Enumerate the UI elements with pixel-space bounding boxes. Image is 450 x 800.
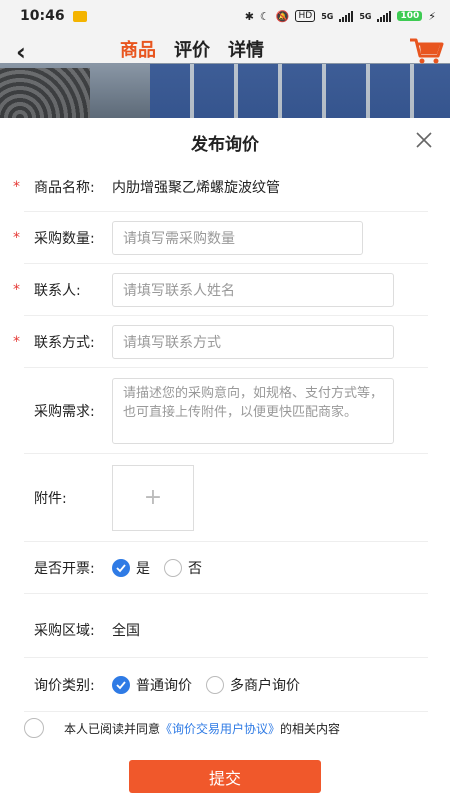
quantity-input[interactable]: 请填写需采购数量 bbox=[112, 220, 363, 255]
top-nav: ‹ 商品 评价 详情 bbox=[0, 32, 450, 68]
signal-icon-2 bbox=[377, 10, 392, 22]
attachment-label: 附件: bbox=[34, 490, 67, 507]
agreement-suffix: 的相关内容 bbox=[280, 721, 341, 736]
sheet-title: 发布询价 bbox=[191, 135, 259, 155]
agreement-row: 本人已阅读并同意 《询价交易用户协议》 的相关内容 bbox=[24, 718, 428, 738]
submit-button[interactable]: 提交 bbox=[129, 760, 321, 793]
agreement-link[interactable]: 《询价交易用户协议》 bbox=[160, 720, 280, 737]
network-label-1: 5G bbox=[321, 11, 334, 21]
contact-method-label: 联系方式: bbox=[34, 334, 95, 351]
close-icon[interactable] bbox=[416, 132, 432, 148]
tab-product[interactable]: 商品 bbox=[120, 36, 156, 62]
bluetooth-icon: ✱ bbox=[244, 9, 254, 23]
product-image-pipes bbox=[0, 68, 90, 118]
product-header: ‹ 商品 评价 详情 bbox=[0, 32, 450, 118]
row-contact: * 联系人: 请填写联系人姓名 bbox=[13, 264, 428, 316]
check-icon bbox=[112, 558, 130, 577]
invoice-no-radio[interactable]: 否 bbox=[164, 558, 202, 578]
inquiry-normal-label: 普通询价 bbox=[136, 677, 192, 694]
required-mark: * bbox=[13, 229, 20, 246]
agreement-checkbox[interactable] bbox=[24, 718, 44, 738]
tab-reviews[interactable]: 评价 bbox=[174, 36, 210, 62]
row-attachment: 附件: + bbox=[24, 454, 428, 542]
row-quantity: * 采购数量: 请填写需采购数量 bbox=[13, 212, 428, 264]
invoice-yes-label: 是 bbox=[136, 560, 150, 577]
cart-icon[interactable] bbox=[408, 36, 444, 66]
inquiry-type-label: 询价类别: bbox=[34, 677, 95, 694]
contact-method-input[interactable]: 请填写联系方式 bbox=[112, 324, 394, 359]
battery-icon: 100 bbox=[397, 11, 423, 21]
inquiry-multi-radio[interactable]: 多商户询价 bbox=[206, 675, 300, 695]
chevron-left-icon[interactable]: ‹ bbox=[16, 38, 26, 66]
invoice-label: 是否开票: bbox=[34, 560, 95, 577]
region-value[interactable]: 全国 bbox=[112, 620, 140, 640]
radio-empty-icon bbox=[206, 675, 224, 694]
notification-icon bbox=[72, 10, 87, 22]
row-demand: 采购需求: 请描述您的采购意向，如规格、支付方式等，也可直接上传附件，以便更快匹… bbox=[24, 368, 428, 454]
contact-input[interactable]: 请填写联系人姓名 bbox=[112, 272, 394, 307]
network-label-2: 5G bbox=[359, 11, 372, 21]
upload-button[interactable]: + bbox=[112, 464, 194, 531]
agreement-prefix: 本人已阅读并同意 bbox=[64, 721, 161, 736]
invoice-yes-radio[interactable]: 是 bbox=[112, 558, 150, 578]
inquiry-sheet: 发布询价 * 商品名称: 内肋增强聚乙烯螺旋波纹管 * 采购数量: 请填写需采购… bbox=[0, 118, 450, 800]
row-product-name: * 商品名称: 内肋增强聚乙烯螺旋波纹管 bbox=[13, 162, 428, 212]
product-name-label: 商品名称: bbox=[34, 179, 95, 196]
hd-badge: HD bbox=[295, 10, 316, 22]
signal-icon bbox=[339, 10, 354, 22]
tab-details[interactable]: 详情 bbox=[228, 36, 264, 62]
demand-label: 采购需求: bbox=[34, 403, 95, 420]
required-mark: * bbox=[13, 333, 20, 350]
status-bar: 10:46 ✱ ☾ 🔕 HD 5G 5G 100 ⚡ bbox=[0, 0, 450, 32]
product-name-value: 内肋增强聚乙烯螺旋波纹管 bbox=[112, 179, 280, 196]
product-image-building bbox=[150, 64, 450, 118]
required-mark: * bbox=[13, 281, 20, 298]
row-inquiry-type: 询价类别: 普通询价 多商户询价 bbox=[24, 658, 428, 712]
demand-textarea[interactable]: 请描述您的采购意向，如规格、支付方式等，也可直接上传附件，以便更快匹配商家。 bbox=[112, 377, 394, 444]
status-icons: ✱ ☾ 🔕 HD 5G 5G 100 ⚡ bbox=[245, 10, 436, 23]
required-mark: * bbox=[13, 178, 20, 195]
inquiry-normal-radio[interactable]: 普通询价 bbox=[112, 675, 192, 695]
plus-icon: + bbox=[143, 485, 163, 510]
row-contact-method: * 联系方式: 请填写联系方式 bbox=[13, 316, 428, 368]
region-label: 采购区域: bbox=[34, 622, 95, 639]
contact-label: 联系人: bbox=[34, 282, 81, 299]
row-region: 采购区域: 全国 bbox=[24, 602, 428, 658]
status-time: 10:46 bbox=[20, 8, 65, 24]
tab-bar: 商品 评价 详情 bbox=[120, 36, 264, 62]
charging-icon: ⚡ bbox=[428, 9, 436, 23]
row-invoice: 是否开票: 是 否 bbox=[24, 542, 428, 594]
inquiry-multi-label: 多商户询价 bbox=[230, 677, 300, 694]
mute-icon: 🔕 bbox=[275, 9, 290, 23]
radio-empty-icon bbox=[164, 558, 182, 577]
quantity-label: 采购数量: bbox=[34, 230, 95, 247]
check-icon bbox=[112, 675, 130, 694]
invoice-no-label: 否 bbox=[188, 560, 202, 577]
moon-icon: ☾ bbox=[259, 9, 270, 23]
